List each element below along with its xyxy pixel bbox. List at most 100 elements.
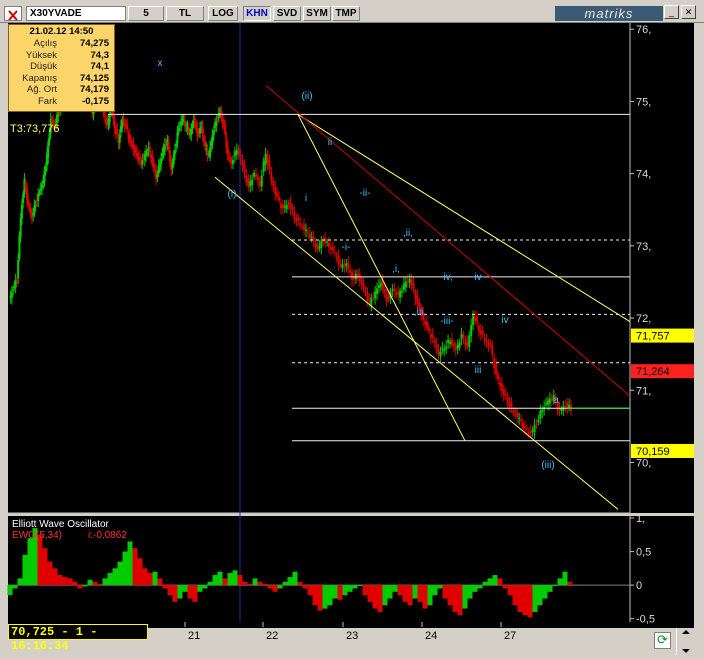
candle-body [241, 160, 244, 166]
candle-body [333, 252, 336, 254]
wave-label: ,ii, [403, 228, 413, 239]
candle-body [437, 349, 440, 354]
osc-bar [452, 585, 458, 612]
candle-body [187, 126, 190, 134]
candle-body [215, 121, 218, 126]
osc-bar [352, 585, 358, 589]
osc-bar [132, 548, 138, 586]
osc-bar [382, 585, 388, 606]
tmp-button[interactable]: TMP [332, 6, 360, 21]
osc-bar [172, 585, 178, 602]
osc-bar [357, 585, 363, 587]
candle-body [435, 344, 438, 351]
candle-body [122, 119, 125, 121]
candle-body [177, 128, 180, 132]
candle-body [260, 175, 263, 187]
candle-body [130, 139, 133, 144]
candle-body [370, 297, 373, 306]
close-chart-icon[interactable] [4, 6, 22, 21]
wave-label: (ii) [301, 91, 312, 102]
candle-body [500, 383, 503, 391]
candle-body [15, 279, 18, 281]
close-window-button[interactable]: ✕ [681, 5, 696, 19]
candle-body [498, 382, 501, 386]
khn-button[interactable]: KHN [243, 6, 271, 21]
wave-label: a [553, 395, 559, 406]
osc-bar [112, 568, 118, 586]
candle-body [374, 291, 377, 299]
candle-body [126, 124, 129, 130]
candle-body [216, 118, 219, 120]
candle-body [546, 400, 549, 405]
candle-body [345, 263, 348, 266]
candle-body [160, 158, 163, 165]
candle-body [279, 204, 282, 209]
candle-body [502, 389, 505, 395]
matriks-logo: matriks [555, 6, 663, 21]
refresh-icon[interactable]: ⟳ [654, 632, 671, 649]
candle-body [204, 139, 207, 147]
time-tick-label: 21 [188, 630, 200, 642]
candle-body [28, 206, 31, 209]
candle-body [508, 402, 511, 407]
tl-button[interactable]: TL [166, 6, 204, 21]
sym-button[interactable]: SYM [303, 6, 331, 21]
osc-bar [457, 585, 463, 616]
period-button[interactable]: 5 [128, 6, 164, 21]
candle-body [195, 125, 198, 127]
candle-body [113, 120, 116, 129]
candle-body [10, 292, 13, 299]
candle-body [351, 272, 354, 281]
price-tick-label: 72, [636, 313, 651, 325]
osc-bar [527, 585, 533, 618]
candle-body [399, 290, 402, 298]
osc-bar [182, 585, 188, 592]
candle-body [44, 166, 47, 172]
svd-button[interactable]: SVD [273, 6, 301, 21]
candle-body [356, 273, 359, 277]
osc-bar [222, 578, 228, 586]
candle-body [493, 358, 496, 369]
symbol-field[interactable]: X30YVADE [26, 6, 126, 21]
candle-body [39, 188, 42, 192]
minimize-button[interactable]: _ [664, 5, 679, 19]
candle-body [310, 236, 313, 238]
osc-bar [467, 585, 473, 599]
candle-body [135, 150, 138, 152]
candle-body [180, 121, 183, 126]
log-button[interactable]: LOG [208, 6, 238, 21]
candle-body [226, 144, 229, 154]
osc-bar [502, 585, 508, 589]
osc-bar [312, 585, 318, 606]
candle-body [38, 192, 41, 194]
osc-bar [422, 585, 428, 609]
osc-bar [42, 548, 48, 586]
candle-body [429, 334, 432, 339]
candle-body [291, 207, 294, 211]
osc-bar [497, 578, 503, 586]
osc-bar [322, 585, 328, 609]
info-row: Kapanış 74,125 [9, 73, 114, 85]
candle-body [156, 174, 159, 177]
candle-body [222, 119, 225, 126]
candle-body [329, 247, 332, 250]
osc-bar [142, 568, 148, 586]
candle-body [201, 125, 204, 134]
candle-body [264, 153, 267, 165]
osc-bar [212, 575, 218, 586]
candle-body [138, 156, 141, 160]
osc-bar [492, 575, 498, 586]
osc-bar [307, 585, 313, 596]
candle-body [308, 233, 311, 239]
osc-bar [402, 585, 408, 602]
candle-body [133, 148, 136, 153]
candle-body [460, 333, 463, 340]
wave-label: -iii- [440, 316, 453, 327]
candle-body [364, 290, 367, 294]
osc-bar [337, 585, 343, 600]
scroll-corner[interactable] [676, 628, 695, 655]
info-value: -0,175 [82, 95, 109, 107]
osc-bar [67, 578, 73, 586]
candle-body [377, 285, 380, 289]
osc-bar [512, 585, 518, 606]
